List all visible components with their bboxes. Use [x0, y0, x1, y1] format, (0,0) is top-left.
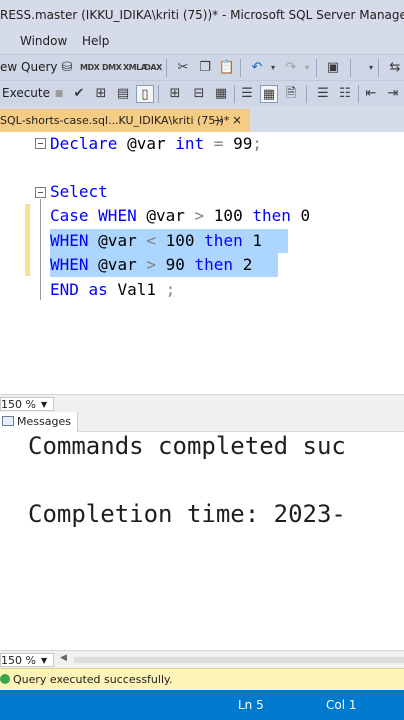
paste-icon[interactable]: 📋: [218, 59, 236, 77]
chevron-down-icon: ▼: [41, 656, 48, 665]
live-stats-icon[interactable]: ⊟: [190, 85, 208, 103]
decrease-indent-icon[interactable]: ⇤: [362, 85, 380, 103]
activity-monitor-icon[interactable]: ▣: [324, 59, 342, 77]
redo-dropdown-icon[interactable]: ▾: [298, 59, 316, 77]
collapse-icon[interactable]: [35, 187, 46, 198]
messages-pane: Commands completed suc Completion time: …: [0, 432, 404, 650]
success-icon: [0, 674, 10, 684]
window-title: RESS.master (IKKU_IDIKA\kriti (75))* - M…: [0, 0, 404, 30]
editor-zoom-select[interactable]: 150 % ▼: [0, 397, 54, 411]
code-line-case: Case WHEN @var > 100 then 0: [50, 206, 311, 225]
results-zoom-select[interactable]: 150 % ▼: [0, 653, 54, 667]
undo-dropdown-icon[interactable]: ▾: [264, 59, 282, 77]
display-plan-icon[interactable]: ⊞: [92, 85, 110, 103]
code-line-declare: Declare @var int = 99;: [50, 134, 262, 153]
menu-bar: Window Help: [0, 30, 404, 54]
line-number: Ln 5: [238, 698, 264, 712]
stop-icon[interactable]: ■: [50, 85, 68, 103]
editor-zoom-bar: 150 % ▼: [0, 394, 404, 412]
fold-guide-line: [40, 199, 41, 300]
db-engine-query-icon[interactable]: ⛁: [58, 59, 76, 77]
execute-button[interactable]: Execute: [2, 86, 50, 100]
dmx-query-icon[interactable]: DMX: [102, 59, 122, 77]
copy-icon[interactable]: ❐: [196, 59, 214, 77]
query-editor[interactable]: Declare @var int = 99; Select Case WHEN …: [0, 132, 404, 394]
actual-plan-icon[interactable]: ⊞: [166, 85, 184, 103]
intellisense-icon[interactable]: ▯: [136, 85, 154, 103]
client-stats-icon[interactable]: ▦: [212, 85, 230, 103]
tab-query-editor[interactable]: SQL-shorts-case.sql...KU_IDIKA\kriti (75…: [0, 109, 250, 132]
uncomment-icon[interactable]: ☷: [336, 85, 354, 103]
code-line-when-1: WHEN @var < 100 then 1: [50, 231, 262, 250]
execution-status-bar: Query executed successfully.: [0, 668, 404, 690]
message-line: Commands completed suc: [28, 432, 346, 460]
results-tab-strip: Messages: [0, 412, 404, 432]
code-line-when-2: WHEN @var > 90 then 2: [50, 255, 253, 274]
xmla-query-icon[interactable]: XMLA: [123, 59, 147, 77]
results-to-grid-icon[interactable]: ▦: [260, 85, 278, 103]
cut-icon[interactable]: ✂: [174, 59, 192, 77]
new-query-button[interactable]: ew Query: [0, 60, 57, 74]
results-to-file-icon[interactable]: 🗎: [282, 85, 300, 103]
message-line: Completion time: 2023-: [28, 500, 346, 528]
comment-icon[interactable]: ☰: [314, 85, 332, 103]
status-message: Query executed successfully.: [13, 673, 173, 686]
increase-indent-icon[interactable]: ⇥: [384, 85, 402, 103]
status-bar: Ln 5 Col 1: [0, 690, 404, 720]
ssms-window: RESS.master (IKKU_IDIKA\kriti (75))* - M…: [0, 0, 404, 720]
properties-icon[interactable]: ⇆: [386, 59, 404, 77]
results-zoom-bar: 150 % ▼ ◀: [0, 650, 404, 668]
query-designer-icon[interactable]: ▤: [114, 85, 132, 103]
results-to-text-icon[interactable]: ☰: [238, 85, 256, 103]
close-tab-icon[interactable]: ×: [232, 109, 242, 132]
standard-toolbar: ew Query ⛁ MDX DMX XMLA DAX ✂ ❐ 📋 ↶ ▾ ↷ …: [0, 54, 404, 80]
dax-query-icon[interactable]: DAX: [144, 59, 162, 77]
horizontal-scrollbar[interactable]: [74, 657, 404, 663]
parse-check-icon[interactable]: ✔: [70, 85, 88, 103]
code-line-end: END as Val1 ;: [50, 280, 176, 299]
column-number: Col 1: [326, 698, 357, 712]
pin-icon[interactable]: ⊸: [214, 109, 223, 132]
scroll-left-icon[interactable]: ◀: [60, 653, 67, 663]
tab-label: SQL-shorts-case.sql...KU_IDIKA\kriti (75…: [0, 114, 230, 127]
change-indicator-bar: [25, 204, 30, 276]
chevron-down-icon: ▼: [41, 400, 48, 409]
mdx-query-icon[interactable]: MDX: [80, 59, 100, 77]
menu-item-window[interactable]: Window: [20, 34, 67, 48]
tab-messages[interactable]: Messages: [0, 412, 78, 432]
sql-editor-toolbar: Execute ■ ✔ ⊞ ▤ ▯ ⊞ ⊟ ▦ ☰ ▦ 🗎 ☰ ☷ ⇤ ⇥: [0, 80, 404, 106]
code-line-select: Select: [50, 182, 108, 201]
menu-item-help[interactable]: Help: [82, 34, 109, 48]
messages-icon: [2, 416, 14, 426]
document-tab-strip: SQL-shorts-case.sql...KU_IDIKA\kriti (75…: [0, 106, 404, 132]
collapse-icon[interactable]: [35, 138, 46, 149]
